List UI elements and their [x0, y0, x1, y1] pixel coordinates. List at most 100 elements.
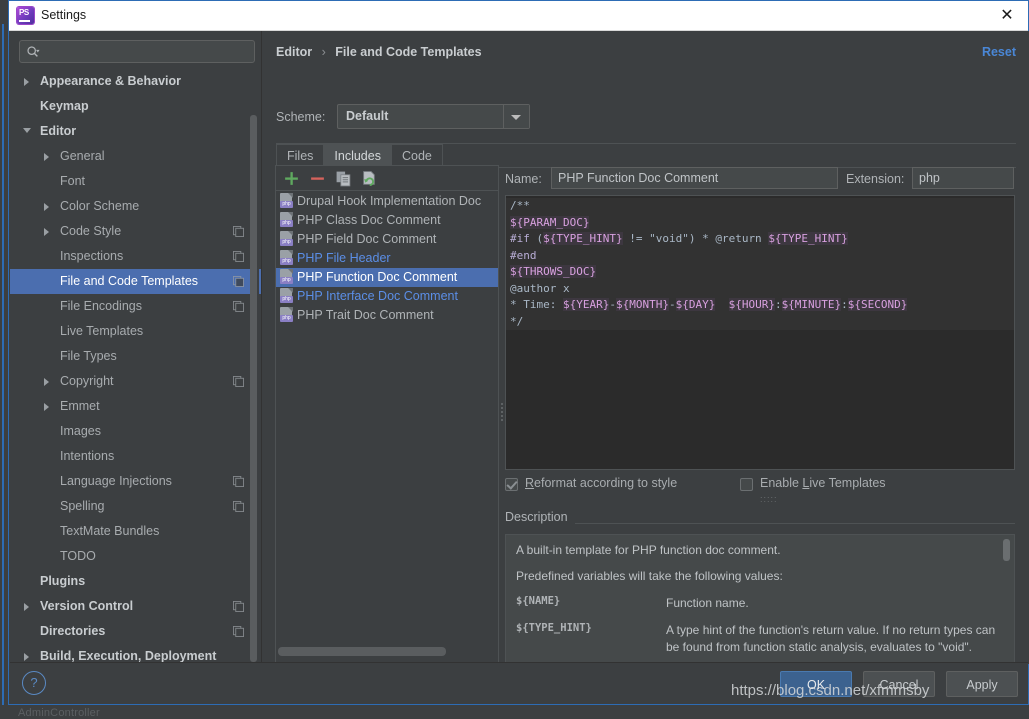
search-box[interactable] [19, 40, 255, 63]
description-variable-text: A type hint of the function's return val… [666, 623, 996, 654]
sidebar-item-label: Font [60, 174, 86, 188]
chevron-right-icon[interactable] [24, 603, 29, 611]
sidebar-item-intentions[interactable]: Intentions [10, 444, 261, 469]
close-icon[interactable]: ✕ [992, 5, 1022, 27]
scheme-dropdown[interactable]: Default [337, 104, 530, 129]
chevron-right-icon[interactable] [44, 403, 49, 411]
sidebar-item-font[interactable]: Font [10, 169, 261, 194]
template-options-row: Reformat according to style Enable Live … [505, 475, 1015, 495]
description-scrollbar-track[interactable] [1003, 537, 1012, 661]
sidebar-item-copyright[interactable]: Copyright [10, 369, 261, 394]
chevron-down-icon[interactable] [503, 105, 529, 128]
copy-scope-icon [233, 251, 244, 262]
sidebar-item-images[interactable]: Images [10, 419, 261, 444]
code-token: ${YEAR} [562, 298, 610, 311]
php-file-icon: php [280, 269, 293, 284]
minus-icon[interactable] [309, 170, 326, 187]
tab-includes[interactable]: Includes [323, 144, 392, 167]
name-label: Name: [505, 172, 542, 186]
sidebar-item-label: File and Code Templates [60, 274, 199, 288]
sidebar-item-textmate-bundles[interactable]: TextMate Bundles [10, 519, 261, 544]
help-icon[interactable]: ? [22, 671, 46, 695]
sidebar-item-label: Language Injections [60, 474, 172, 488]
sidebar-item-label: Appearance & Behavior [40, 74, 182, 88]
sidebar-scrollbar-track[interactable] [250, 73, 259, 662]
sidebar-item-code-style[interactable]: Code Style [10, 219, 261, 244]
breadcrumb: Editor › File and Code Templates [276, 45, 482, 59]
description-panel[interactable]: A built-in template for PHP function doc… [505, 534, 1015, 664]
sidebar-item-color-scheme[interactable]: Color Scheme [10, 194, 261, 219]
template-list-item[interactable]: php Drupal Hook Implementation Doc [276, 192, 498, 211]
template-list-hscrollbar-track[interactable] [277, 647, 495, 659]
template-list-item[interactable]: php PHP Field Doc Comment [276, 230, 498, 249]
chevron-right-icon[interactable] [44, 228, 49, 236]
name-input[interactable] [551, 167, 838, 189]
sidebar-item-todo[interactable]: TODO [10, 544, 261, 569]
sidebar-item-keymap[interactable]: Keymap [10, 94, 261, 119]
phpstorm-icon: PS [17, 7, 34, 24]
sidebar-item-inspections[interactable]: Inspections [10, 244, 261, 269]
chevron-right-icon[interactable] [44, 378, 49, 386]
sidebar-item-live-templates[interactable]: Live Templates [10, 319, 261, 344]
copy-icon[interactable] [335, 170, 352, 187]
sidebar-scrollbar-thumb[interactable] [250, 115, 257, 662]
code-line: #if (${TYPE_HINT} != "void") * @return $… [506, 231, 1014, 248]
sidebar-item-directories[interactable]: Directories [10, 619, 261, 644]
settings-tree[interactable]: Appearance & Behavior Keymap Editor General… [10, 69, 261, 664]
reset-icon[interactable] [361, 170, 378, 187]
sidebar-item-language-injections[interactable]: Language Injections [10, 469, 261, 494]
apply-button[interactable]: Apply [946, 671, 1018, 697]
sidebar-item-appearance-behavior[interactable]: Appearance & Behavior [10, 69, 261, 94]
chevron-right-icon[interactable] [24, 78, 29, 86]
enable-live-templates-checkbox[interactable] [740, 478, 753, 491]
template-list-item-label: PHP Function Doc Comment [297, 270, 458, 284]
sidebar-item-emmet[interactable]: Emmet [10, 394, 261, 419]
copy-scope-icon [233, 226, 244, 237]
cancel-button[interactable]: Cancel [863, 671, 935, 697]
live-label-post: ive Templates [809, 476, 886, 490]
sidebar-item-label: Spelling [60, 499, 105, 513]
sidebar-item-plugins[interactable]: Plugins [10, 569, 261, 594]
ok-button[interactable]: OK [780, 671, 852, 697]
extension-input[interactable] [912, 167, 1014, 189]
code-line: /** [506, 198, 1014, 215]
plus-icon[interactable] [283, 170, 300, 187]
sidebar-item-editor[interactable]: Editor [10, 119, 261, 144]
template-code-editor[interactable]: /** ${PARAM_DOC} #if (${TYPE_HINT} != "voi… [505, 195, 1015, 470]
template-list-item[interactable]: php PHP Function Doc Comment [276, 268, 498, 287]
description-scrollbar-thumb[interactable] [1003, 539, 1010, 561]
resize-grip-icon[interactable]: ::::: [760, 494, 778, 504]
chevron-right-icon[interactable] [24, 653, 29, 661]
template-list-item[interactable]: php PHP Interface Doc Comment [276, 287, 498, 306]
reset-link[interactable]: Reset [982, 45, 1016, 59]
sidebar-item-file-encodings[interactable]: File Encodings [10, 294, 261, 319]
tab-files[interactable]: Files [276, 144, 325, 167]
template-list[interactable]: php Drupal Hook Implementation Doc php PHP … [276, 192, 498, 635]
reformat-checkbox[interactable] [505, 478, 518, 491]
template-list-item-label: PHP Class Doc Comment [297, 213, 441, 227]
chevron-right-icon[interactable] [44, 203, 49, 211]
chevron-right-icon[interactable] [44, 153, 49, 161]
template-list-item[interactable]: php PHP Trait Doc Comment [276, 306, 498, 325]
tab-code[interactable]: Code [390, 144, 443, 167]
sidebar-item-file-and-code-templates[interactable]: File and Code Templates [10, 269, 261, 294]
sidebar-item-label: Emmet [60, 399, 100, 413]
code-token: ${TYPE_HINT} [768, 232, 848, 245]
template-list-item-label: Drupal Hook Implementation Doc [297, 194, 482, 208]
code-token: ${TYPE_HINT} [543, 232, 623, 245]
sidebar-item-label: File Encodings [60, 299, 142, 313]
template-list-item[interactable]: php PHP File Header [276, 249, 498, 268]
sidebar-item-file-types[interactable]: File Types [10, 344, 261, 369]
search-input[interactable] [46, 44, 250, 62]
sidebar-item-label: Color Scheme [60, 199, 140, 213]
template-list-item[interactable]: php PHP Class Doc Comment [276, 211, 498, 230]
sidebar-item-general[interactable]: General [10, 144, 261, 169]
breadcrumb-parent[interactable]: Editor [276, 45, 312, 59]
template-list-hscrollbar-thumb[interactable] [278, 647, 446, 656]
sidebar-item-version-control[interactable]: Version Control [10, 594, 261, 619]
sidebar-item-build-execution-deployment[interactable]: Build, Execution, Deployment [10, 644, 261, 664]
chevron-down-icon[interactable] [23, 128, 31, 133]
description-variable-row: ${NAME} Function name. [516, 595, 996, 612]
sidebar-item-spelling[interactable]: Spelling [10, 494, 261, 519]
